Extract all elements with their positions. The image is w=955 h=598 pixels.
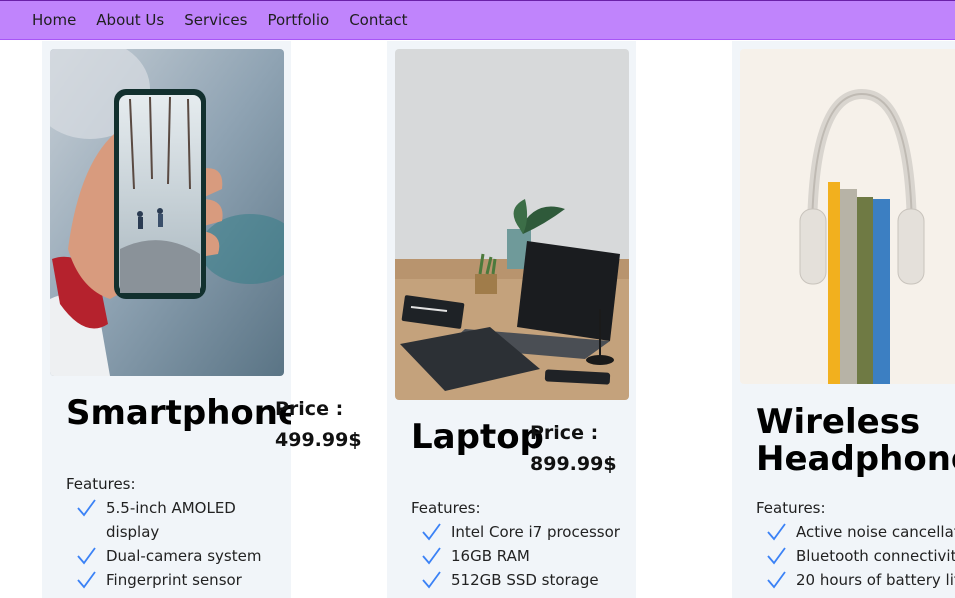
- product-price: Price : 899.99$: [530, 418, 617, 480]
- price-label: Price :: [530, 422, 599, 444]
- checkmark-icon: [422, 571, 441, 589]
- feature-text: Intel Core i7 processor: [451, 523, 620, 541]
- price-value: 499.99$: [275, 429, 362, 451]
- feature-text: 5.5-inch AMOLED display: [106, 499, 236, 541]
- feature-text: Dual-camera system: [106, 547, 262, 565]
- checkmark-icon: [77, 499, 96, 517]
- features-list: Active noise cancellation Bluetooth conn…: [756, 520, 955, 592]
- product-title: Wireless Headphones: [756, 402, 955, 479]
- price-label: Price :: [275, 398, 344, 420]
- feature-text: 16GB RAM: [451, 547, 530, 565]
- features-list: 5.5-inch AMOLED display Dual-camera syst…: [66, 496, 286, 592]
- product-title: Smartphone: [66, 393, 291, 433]
- nav-contact-link[interactable]: Contact: [349, 11, 407, 29]
- checkmark-icon: [422, 547, 441, 565]
- product-price: Price : 499.99$: [275, 394, 362, 456]
- list-item: 16GB RAM: [411, 544, 635, 568]
- checkmark-icon: [422, 523, 441, 541]
- feature-text: Active noise cancellation: [796, 523, 955, 541]
- features-list: Intel Core i7 processor 16GB RAM 512GB S…: [411, 520, 635, 592]
- list-item: Active noise cancellation: [756, 520, 955, 544]
- features-label: Features:: [411, 499, 481, 517]
- laptop-image: [395, 49, 629, 400]
- nav-portfolio-link[interactable]: Portfolio: [267, 11, 329, 29]
- list-item: Dual-camera system: [66, 544, 286, 568]
- feature-text: Bluetooth connectivity: [796, 547, 955, 565]
- price-value: 899.99$: [530, 453, 617, 475]
- feature-text: Fingerprint sensor: [106, 571, 242, 589]
- checkmark-icon: [767, 523, 786, 541]
- feature-text: 512GB SSD storage: [451, 571, 599, 589]
- list-item: 20 hours of battery life: [756, 568, 955, 592]
- features-label: Features:: [756, 499, 826, 517]
- product-card-smartphone: Smartphone Features: 5.5-inch AMOLED dis…: [42, 41, 291, 598]
- features-label: Features:: [66, 475, 136, 493]
- checkmark-icon: [77, 547, 96, 565]
- checkmark-icon: [767, 571, 786, 589]
- nav-services-link[interactable]: Services: [184, 11, 247, 29]
- product-title: Laptop: [411, 417, 544, 457]
- product-card-headphones: Wireless Headphones Features: Active noi…: [732, 41, 955, 598]
- nav-about-link[interactable]: About Us: [96, 11, 164, 29]
- list-item: Fingerprint sensor: [66, 568, 286, 592]
- product-card-laptop: Laptop Features: Intel Core i7 processor…: [387, 41, 636, 598]
- checkmark-icon: [767, 547, 786, 565]
- checkmark-icon: [77, 571, 96, 589]
- list-item: Bluetooth connectivity: [756, 544, 955, 568]
- list-item: 5.5-inch AMOLED display: [66, 496, 286, 544]
- nav-home-link[interactable]: Home: [32, 11, 76, 29]
- headphones-image: [740, 49, 955, 384]
- top-navbar: Home About Us Services Portfolio Contact: [0, 0, 955, 40]
- smartphone-image: [50, 49, 284, 376]
- feature-text: 20 hours of battery life: [796, 571, 955, 589]
- list-item: 512GB SSD storage: [411, 568, 635, 592]
- list-item: Intel Core i7 processor: [411, 520, 635, 544]
